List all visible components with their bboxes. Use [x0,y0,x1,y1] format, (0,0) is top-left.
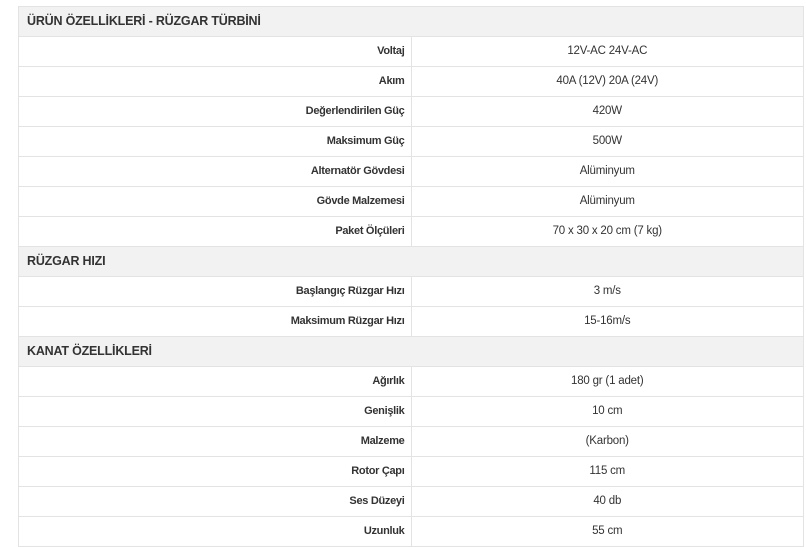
row-value: 15-16m/s [410,306,804,337]
row-value: 500W [410,126,804,157]
row-value: 40A (12V) 20A (24V) [410,66,804,97]
section-header-wind-speed: RÜZGAR HIZI [18,246,804,277]
table-row: Gövde Malzemesi Alüminyum [18,186,804,217]
row-value: 12V-AC 24V-AC [410,36,804,67]
table-row: Değerlendirilen Güç 420W [18,96,804,127]
table-row: Maksimum Güç 500W [18,126,804,157]
row-label: Uzunluk [18,516,412,547]
row-value: 115 cm [410,456,804,487]
row-label: Ses Düzeyi [18,486,412,517]
row-label: Maksimum Güç [18,126,412,157]
row-value: Alüminyum [410,186,804,217]
spec-table: ÜRÜN ÖZELLİKLERİ - RÜZGAR TÜRBİNİ Voltaj… [18,6,804,547]
row-value: (Karbon) [410,426,804,457]
table-row: Rotor Çapı 115 cm [18,456,804,487]
row-label: Alternatör Gövdesi [18,156,412,187]
row-label: Malzeme [18,426,412,457]
table-row: Genişlik 10 cm [18,396,804,427]
row-value: 10 cm [410,396,804,427]
row-value: 180 gr (1 adet) [410,366,804,397]
row-label: Akım [18,66,412,97]
row-label: Voltaj [18,36,412,67]
row-label: Genişlik [18,396,412,427]
row-label: Paket Ölçüleri [18,216,412,247]
row-label: Başlangıç Rüzgar Hızı [18,276,412,307]
row-value: 55 cm [410,516,804,547]
row-value: 70 x 30 x 20 cm (7 kg) [410,216,804,247]
row-label: Maksimum Rüzgar Hızı [18,306,412,337]
table-row: Alternatör Gövdesi Alüminyum [18,156,804,187]
section-title: RÜZGAR HIZI [18,246,804,277]
section-header-blade: KANAT ÖZELLİKLERİ [18,336,804,367]
table-row: Uzunluk 55 cm [18,516,804,547]
table-row: Maksimum Rüzgar Hızı 15-16m/s [18,306,804,337]
row-value: 420W [410,96,804,127]
row-value: Alüminyum [410,156,804,187]
row-label: Rotor Çapı [18,456,412,487]
row-label: Değerlendirilen Güç [18,96,412,127]
table-row: Voltaj 12V-AC 24V-AC [18,36,804,67]
table-row: Başlangıç Rüzgar Hızı 3 m/s [18,276,804,307]
section-title: KANAT ÖZELLİKLERİ [18,336,804,367]
row-value: 40 db [410,486,804,517]
table-row: Ağırlık 180 gr (1 adet) [18,366,804,397]
table-row: Akım 40A (12V) 20A (24V) [18,66,804,97]
row-value: 3 m/s [410,276,804,307]
table-row: Paket Ölçüleri 70 x 30 x 20 cm (7 kg) [18,216,804,247]
table-row: Ses Düzeyi 40 db [18,486,804,517]
row-label: Gövde Malzemesi [18,186,412,217]
section-title: ÜRÜN ÖZELLİKLERİ - RÜZGAR TÜRBİNİ [18,6,804,37]
section-header-product: ÜRÜN ÖZELLİKLERİ - RÜZGAR TÜRBİNİ [18,6,804,37]
table-row: Malzeme (Karbon) [18,426,804,457]
row-label: Ağırlık [18,366,412,397]
